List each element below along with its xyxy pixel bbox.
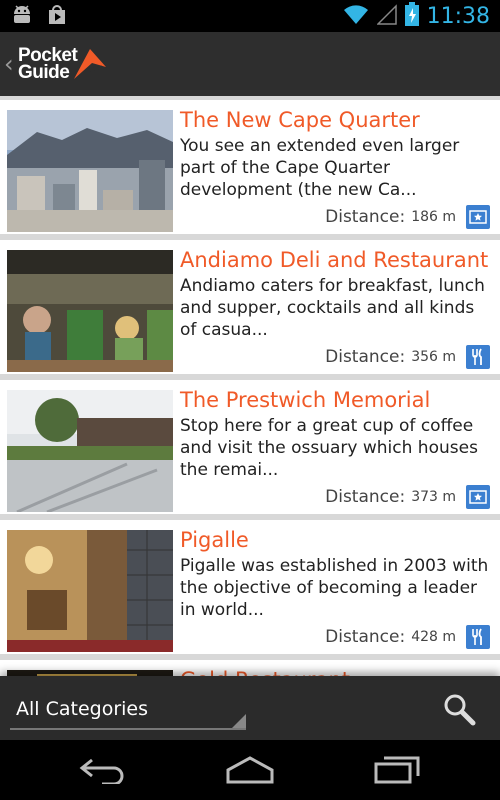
category-spinner[interactable]: All Categories — [6, 690, 246, 730]
place-title: The New Cape Quarter — [180, 108, 420, 132]
distance-value: 373 m — [411, 489, 456, 505]
spinner-underline — [10, 728, 246, 730]
place-thumbnail — [7, 250, 173, 372]
android-debug-icon — [10, 4, 34, 30]
place-title: Andiamo Deli and Restaurant — [180, 248, 489, 272]
system-nav-bar — [0, 740, 500, 800]
distance-row: Distance: 186 m — [325, 205, 490, 229]
sight-icon — [466, 485, 490, 509]
place-description: You see an extended even larger part of … — [180, 136, 460, 200]
place-thumbnail — [7, 110, 173, 232]
distance-value: 428 m — [411, 629, 456, 645]
place-description: Stop here for a great cup of coffee and … — [180, 416, 478, 480]
wifi-icon — [343, 3, 369, 29]
place-card-gold-restaurant[interactable]: Gold Restaurant — [0, 660, 500, 676]
bottom-toolbar: All Categories — [0, 676, 500, 740]
distance-label: Distance: — [325, 347, 406, 367]
place-title: Gold Restaurant — [180, 668, 350, 676]
place-card-new-cape-quarter[interactable]: The New Cape Quarter You see an extended… — [0, 100, 500, 234]
distance-label: Distance: — [325, 627, 406, 647]
clock: 11:38 — [426, 3, 490, 29]
distance-row: Distance: 373 m — [325, 485, 490, 509]
signal-icon — [375, 3, 397, 29]
action-bar: ‹ Pocket Guide — [0, 32, 500, 96]
place-card-pigalle[interactable]: Pigalle Pigalle was established in 2003 … — [0, 520, 500, 654]
restaurant-icon — [466, 625, 490, 649]
sight-icon — [466, 205, 490, 229]
distance-value: 356 m — [411, 349, 456, 365]
battery-charging-icon — [404, 2, 419, 30]
place-title: Pigalle — [180, 528, 249, 552]
distance-value: 186 m — [411, 209, 456, 225]
place-title: The Prestwich Memorial — [180, 388, 431, 412]
place-thumbnail — [7, 530, 173, 652]
status-bar: 11:38 — [0, 0, 500, 32]
place-description: Pigalle was established in 2003 with the… — [180, 556, 489, 620]
search-icon — [444, 694, 476, 726]
place-card-prestwich-memorial[interactable]: The Prestwich Memorial Stop here for a g… — [0, 380, 500, 514]
distance-row: Distance: 356 m — [325, 345, 490, 369]
restaurant-icon — [466, 345, 490, 369]
place-description: Andiamo caters for breakfast, lunch and … — [180, 276, 485, 340]
play-store-icon — [46, 4, 68, 30]
back-icon[interactable] — [78, 756, 126, 788]
up-chevron-icon[interactable]: ‹ — [4, 50, 14, 78]
distance-row: Distance: 428 m — [325, 625, 490, 649]
place-thumbnail — [7, 390, 173, 512]
logo-line2: Guide — [18, 62, 70, 83]
distance-label: Distance: — [325, 207, 406, 227]
search-button[interactable] — [442, 692, 476, 726]
category-selected-label: All Categories — [16, 698, 149, 720]
spinner-corner-icon — [232, 714, 246, 728]
recent-apps-icon[interactable] — [374, 756, 422, 788]
places-list[interactable]: The New Cape Quarter You see an extended… — [0, 96, 500, 676]
distance-label: Distance: — [325, 487, 406, 507]
logo-arrow-icon — [74, 49, 106, 79]
home-icon[interactable] — [226, 756, 274, 788]
pocket-guide-logo[interactable]: Pocket Guide — [18, 45, 108, 85]
place-card-andiamo[interactable]: Andiamo Deli and Restaurant Andiamo cate… — [0, 240, 500, 374]
